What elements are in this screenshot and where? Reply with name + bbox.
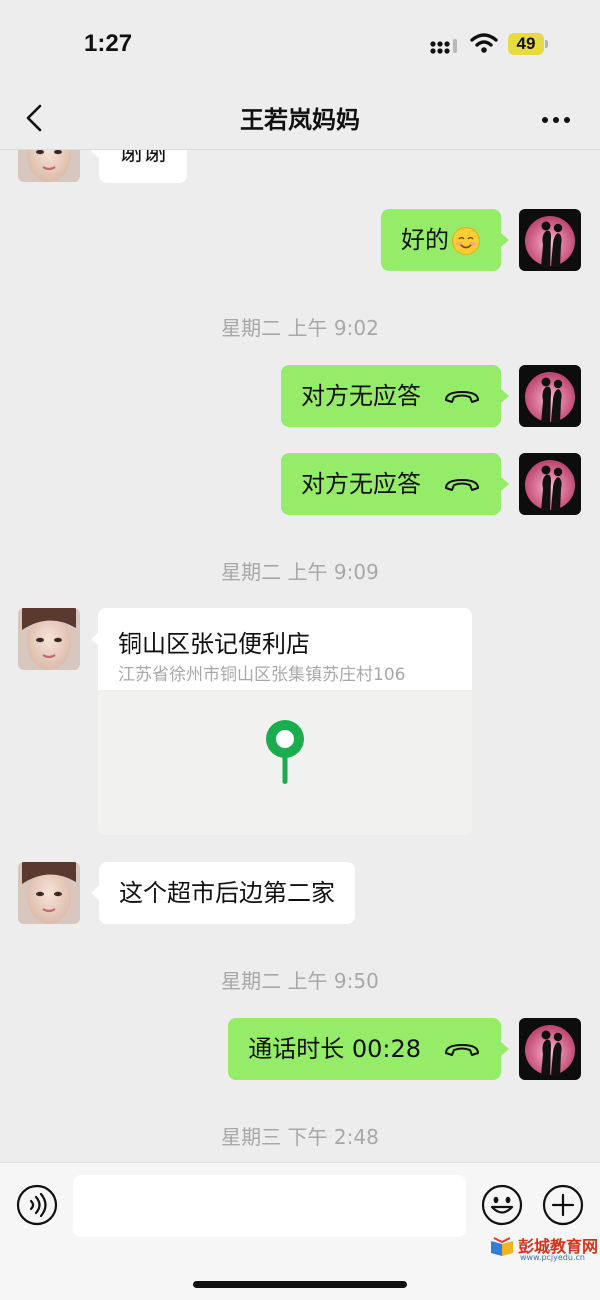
chat-header: 王若岚妈妈 (0, 90, 600, 150)
input-bar: 彭城教育网 www.pcjyedu.cn (0, 1162, 600, 1300)
location-map[interactable] (98, 690, 472, 835)
phone-icon (445, 479, 479, 491)
cellular-signal-icon (430, 39, 457, 54)
bubble-tail (501, 477, 509, 491)
smile-emoji-icon (452, 227, 480, 255)
call-record-bubble[interactable]: 对方无应答 (281, 365, 501, 427)
location-address: 江苏省徐州市铜山区张集镇苏庄村106 (118, 665, 406, 685)
emoji-icon[interactable] (481, 1184, 523, 1226)
contact-avatar[interactable] (18, 150, 80, 182)
call-status-text: 对方无应答 (301, 470, 421, 498)
timestamp: 星期二 上午 9:50 (221, 969, 379, 993)
my-avatar[interactable] (519, 1018, 581, 1080)
message-bubble-outgoing[interactable]: 好的 (381, 209, 501, 271)
book-logo-icon (491, 1237, 513, 1256)
wifi-icon (470, 33, 498, 53)
watermark-url: www.pcjyedu.cn (520, 1253, 585, 1262)
site-watermark: 彭城教育网 www.pcjyedu.cn (490, 1233, 600, 1263)
bubble-tail (501, 389, 509, 403)
timestamp: 星期二 上午 9:09 (221, 560, 379, 584)
message-text: 好的 (401, 226, 449, 254)
battery-level: 49 (516, 34, 536, 53)
map-pin-icon (266, 720, 304, 784)
status-time: 1:27 (84, 30, 133, 57)
message-list[interactable]: 谢谢 好的 星期二 上午 9:02 对方无应答 对方无应答 星期二 上午 9:0… (0, 150, 600, 1162)
status-bar: 1:27 49 (0, 0, 600, 90)
chat-title: 王若岚妈妈 (240, 106, 360, 134)
bubble-tail (91, 886, 99, 900)
call-duration-text: 通话时长 00:28 (248, 1035, 421, 1063)
bubble-tail (91, 150, 99, 158)
battery-cap (545, 40, 548, 48)
call-status-text: 对方无应答 (301, 382, 421, 410)
phone-icon (445, 391, 479, 403)
location-card[interactable]: 铜山区张记便利店 江苏省徐州市铜山区张集镇苏庄村106 (98, 608, 472, 835)
bubble-tail (501, 233, 509, 247)
my-avatar[interactable] (519, 365, 581, 427)
contact-avatar[interactable] (18, 862, 80, 924)
plus-icon[interactable] (542, 1184, 584, 1226)
my-avatar[interactable] (519, 453, 581, 515)
timestamp: 星期二 上午 9:02 (221, 316, 379, 340)
more-icon[interactable] (536, 102, 576, 138)
message-bubble-incoming[interactable]: 谢谢 (99, 150, 187, 183)
bubble-tail (501, 1042, 509, 1056)
location-name: 铜山区张记便利店 (118, 630, 310, 658)
battery-indicator: 49 (508, 33, 548, 55)
message-bubble-incoming[interactable]: 这个超市后边第二家 (99, 862, 355, 924)
call-record-bubble[interactable]: 对方无应答 (281, 453, 501, 515)
message-input[interactable] (73, 1175, 466, 1237)
call-record-bubble[interactable]: 通话时长 00:28 (228, 1018, 501, 1080)
phone-icon (445, 1044, 479, 1056)
contact-avatar[interactable] (18, 608, 80, 670)
timestamp: 星期三 下午 2:48 (221, 1125, 379, 1149)
voice-icon[interactable] (16, 1184, 58, 1226)
my-avatar[interactable] (519, 209, 581, 271)
home-indicator[interactable] (193, 1281, 407, 1288)
